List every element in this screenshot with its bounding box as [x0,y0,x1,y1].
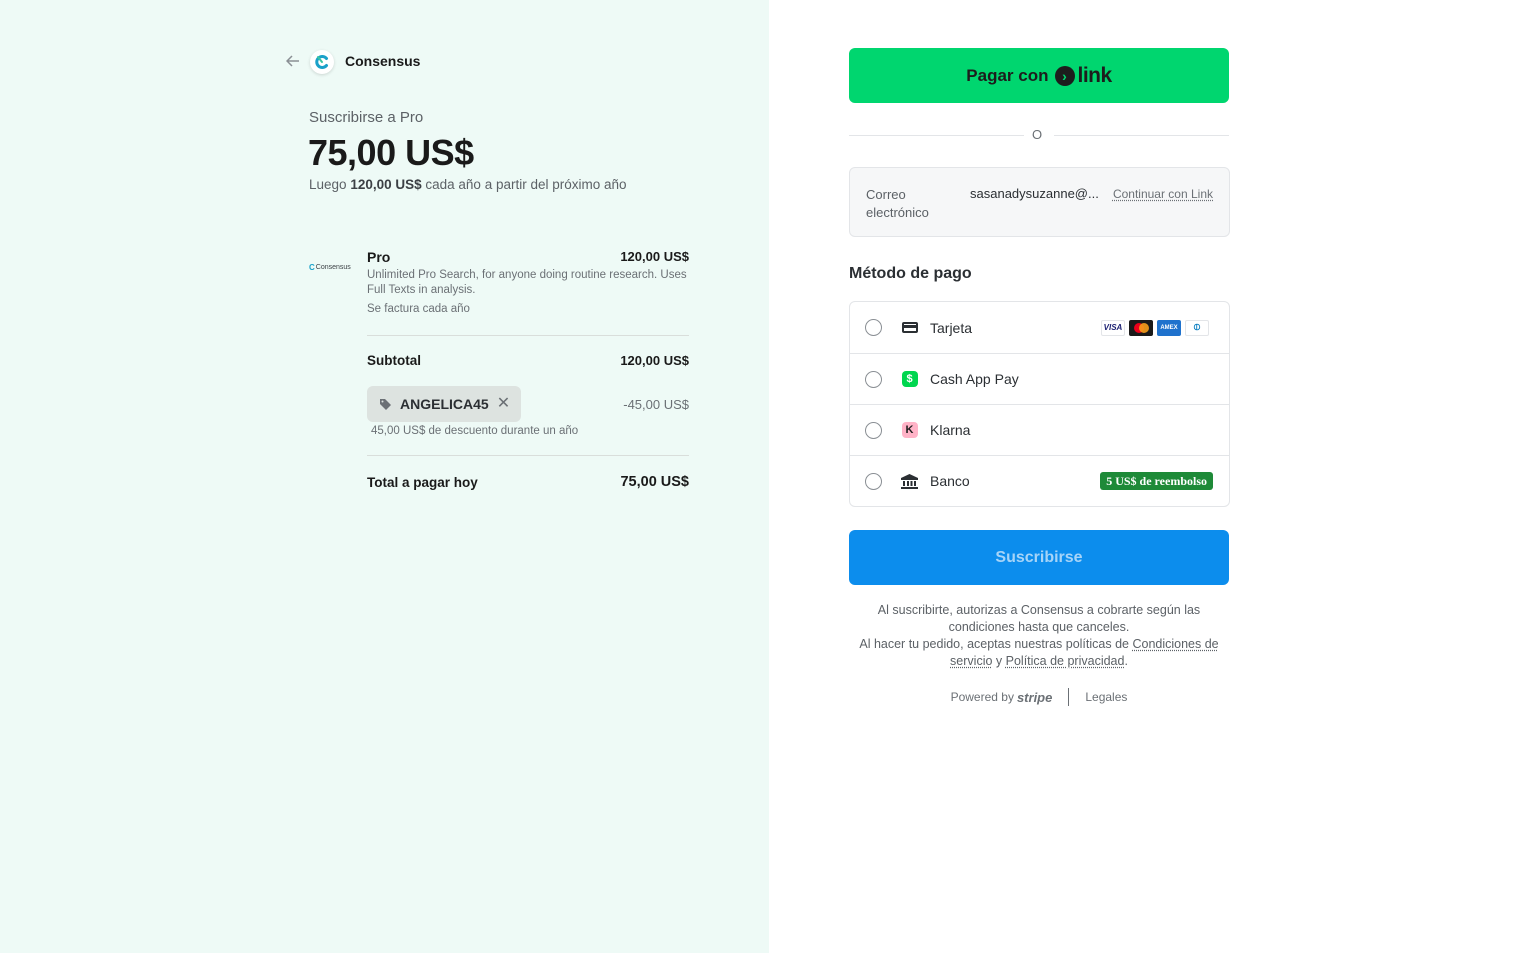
consensus-logo-icon [310,50,334,74]
subtotal-value: 120,00 US$ [620,353,689,368]
item-logo-text: Consensus [315,263,351,271]
visa-icon: VISA [1101,319,1125,336]
payment-option-bank[interactable]: Banco 5 US$ de reembolso [850,455,1229,506]
item-name: Pro [367,249,391,265]
payment-option-cash-app[interactable]: $ Cash App Pay [850,353,1229,404]
email-label: Correo electrónico [866,187,929,220]
payment-option-label: Cash App Pay [930,371,1019,387]
radio-cash-app[interactable] [865,370,882,388]
subscribe-button[interactable]: Suscribirse [849,530,1229,585]
continue-with-link[interactable]: Continuar con Link [1113,187,1213,201]
payment-option-label: Banco [930,473,970,489]
payment-option-card[interactable]: Tarjeta VISA AMEX ⦶ [850,302,1229,353]
bank-icon [901,473,918,490]
divider [367,335,689,336]
email-field[interactable]: Correo electrónico sasanadysuzanne@... C… [849,167,1230,237]
card-icon [901,319,918,336]
radio-klarna[interactable] [865,421,882,439]
legal-text: Al suscribirte, autorizas a Consensus a … [849,602,1229,670]
diners-icon: ⦶ [1185,319,1209,336]
radio-bank[interactable] [865,472,882,490]
stripe-logo[interactable]: stripe [1017,690,1052,705]
back-arrow-icon[interactable] [285,54,302,70]
order-summary-panel: Consensus Suscribirse a Pro 75,00 US$ Lu… [0,0,769,953]
subscribe-title: Suscribirse a Pro [309,109,424,126]
item-description: Unlimited Pro Search, for anyone doing r… [367,269,687,296]
item-price: 120,00 US$ [620,249,689,264]
discount-value: -45,00 US$ [623,397,689,412]
divider [1054,135,1229,136]
radio-card[interactable] [865,319,882,336]
item-logo: C Consensus [309,262,353,272]
klarna-icon: K [901,422,918,439]
price-today: 75,00 US$ [308,132,474,173]
tag-icon [379,398,392,411]
brand-name: Consensus [345,53,421,69]
payment-method-list: Tarjeta VISA AMEX ⦶ $ Cash App Pay K Kla… [849,301,1230,507]
promo-code: ANGELICA45 [400,396,489,412]
footer: Powered by stripe Legales [849,688,1229,706]
legal-and: y [995,654,1003,668]
legal-link[interactable]: Legales [1085,690,1127,704]
cashback-badge: 5 US$ de reembolso [1100,472,1213,490]
divider [367,455,689,456]
payment-option-label: Klarna [930,422,971,438]
renewal-suffix: cada año a partir del próximo año [425,177,627,192]
link-logo: › link [1054,63,1113,88]
total-value: 75,00 US$ [620,474,689,490]
renewal-prefix: Luego [309,177,347,192]
payment-panel: Pagar con › link O Correo electrónico sa… [769,0,1538,953]
promo-code-chip: ANGELICA45 ✕ [367,386,521,422]
cash-app-icon: $ [901,371,918,388]
payment-option-klarna[interactable]: K Klarna [850,404,1229,455]
remove-promo-icon[interactable]: ✕ [497,396,510,412]
payment-option-label: Tarjeta [930,319,973,336]
card-brands: VISA AMEX ⦶ [1101,319,1209,336]
mastercard-icon [1129,319,1153,336]
link-logo-word: link [1077,63,1113,87]
total-label: Total a pagar hoy [367,475,478,490]
renewal-amount: 120,00 US$ [350,177,422,192]
or-separator: O [1032,127,1043,142]
divider [1068,688,1070,706]
amex-icon: AMEX [1157,319,1181,336]
item-logo-icon: C [309,262,315,272]
powered-by: Powered by [950,690,1014,704]
legal-end: . [1124,654,1128,668]
link-chevron-icon: › [1054,65,1075,86]
legal-line-2-prefix: Al hacer tu pedido, aceptas nuestras pol… [859,637,1129,651]
legal-line-1: Al suscribirte, autorizas a Consensus a … [877,603,1201,634]
email-value[interactable]: sasanadysuzanne@... [970,186,1099,201]
subtotal-label: Subtotal [367,353,421,368]
privacy-link[interactable]: Política de privacidad [1006,654,1125,668]
renewal-note: Luego 120,00 US$ cada año a partir del p… [309,177,627,192]
pay-with-link-label: Pagar con [966,65,1049,85]
divider [849,135,1024,136]
item-billing: Se factura cada año [367,303,470,315]
payment-method-title: Método de pago [849,265,972,282]
discount-note: 45,00 US$ de descuento durante un año [371,425,579,437]
pay-with-link-button[interactable]: Pagar con › link [849,48,1229,103]
